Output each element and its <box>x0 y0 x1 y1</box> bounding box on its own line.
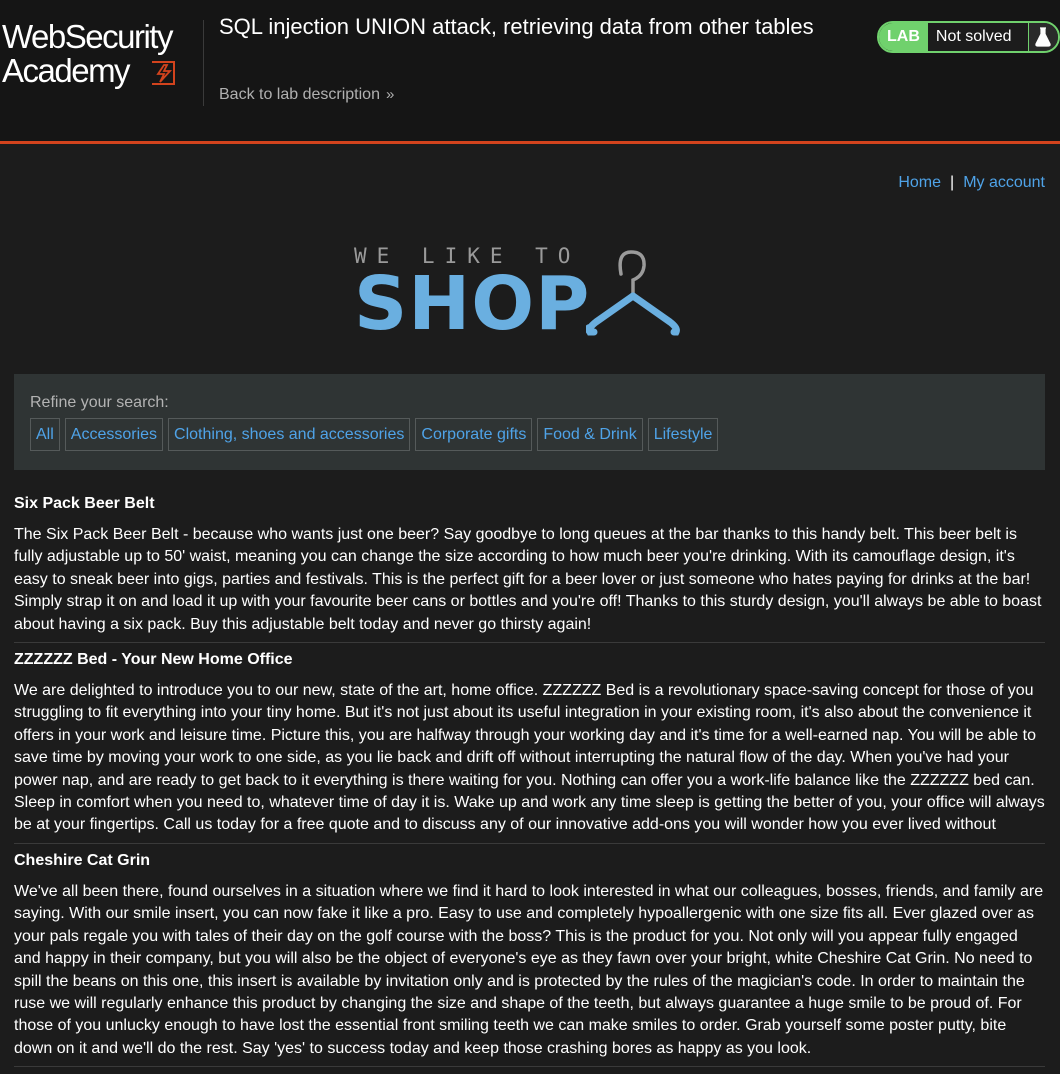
filter-lifestyle[interactable]: Lifestyle <box>647 418 719 451</box>
lab-title: SQL injection UNION attack, retrieving d… <box>219 14 814 39</box>
my-account-link[interactable]: My account <box>963 174 1045 191</box>
filter-accessories[interactable]: Accessories <box>64 418 164 451</box>
filter-all[interactable]: All <box>30 418 60 451</box>
academy-header: WebSecurity Academy SQL injection UNION … <box>0 0 1060 144</box>
product-description: We are delighted to introduce you to our… <box>14 682 1045 834</box>
filter-list: All Accessories Clothing, shoes and acce… <box>30 418 719 451</box>
lab-status-widget: LAB Not solved <box>877 21 1060 53</box>
shop-logo: WE LIKE TO SHOP <box>354 242 706 344</box>
filter-clothing[interactable]: Clothing, shoes and accessories <box>168 418 411 451</box>
filter-label: Refine your search: <box>30 394 169 411</box>
product-title: ZZZZZZ Bed - Your New Home Office <box>14 651 293 669</box>
academy-logo[interactable]: WebSecurity Academy <box>2 20 198 92</box>
home-link[interactable]: Home <box>898 174 941 191</box>
shop-logo-word: SHOP <box>354 261 591 347</box>
filter-food-drink[interactable]: Food & Drink <box>537 418 643 451</box>
product-title: Cheshire Cat Grin <box>14 851 151 869</box>
flask-icon <box>1027 23 1058 51</box>
product-description: We've all been there, found ourselves in… <box>14 882 1044 1057</box>
product-list: Six Pack Beer Belt The Six Pack Beer Bel… <box>14 490 1045 1074</box>
lightning-bolt-icon <box>152 61 175 85</box>
double-chevron-right-icon: » <box>385 86 395 103</box>
store-nav: Home | My account <box>898 174 1045 192</box>
product-item: Cheshire Cat Grin We've all been there, … <box>14 851 1045 1068</box>
product-description: The Six Pack Beer Belt - because who wan… <box>14 526 1042 633</box>
logo-line-1: WebSecurity <box>2 18 173 55</box>
product-item: Six Pack Beer Belt The Six Pack Beer Bel… <box>14 494 1045 644</box>
header-divider <box>203 20 204 106</box>
back-link-label: Back to lab description <box>219 86 380 103</box>
filter-corporate-gifts[interactable]: Corporate gifts <box>415 418 533 451</box>
product-item: ZZZZZZ Bed - Your New Home Office We are… <box>14 650 1045 844</box>
lab-badge: LAB <box>879 23 928 51</box>
lab-status-text: Not solved <box>935 28 1012 45</box>
back-to-lab-description-link[interactable]: Back to lab description » <box>219 86 394 104</box>
filter-panel: Refine your search: All Accessories Clot… <box>14 374 1045 470</box>
hanger-icon <box>586 250 680 336</box>
product-title: Six Pack Beer Belt <box>14 495 155 512</box>
nav-separator: | <box>950 174 955 191</box>
